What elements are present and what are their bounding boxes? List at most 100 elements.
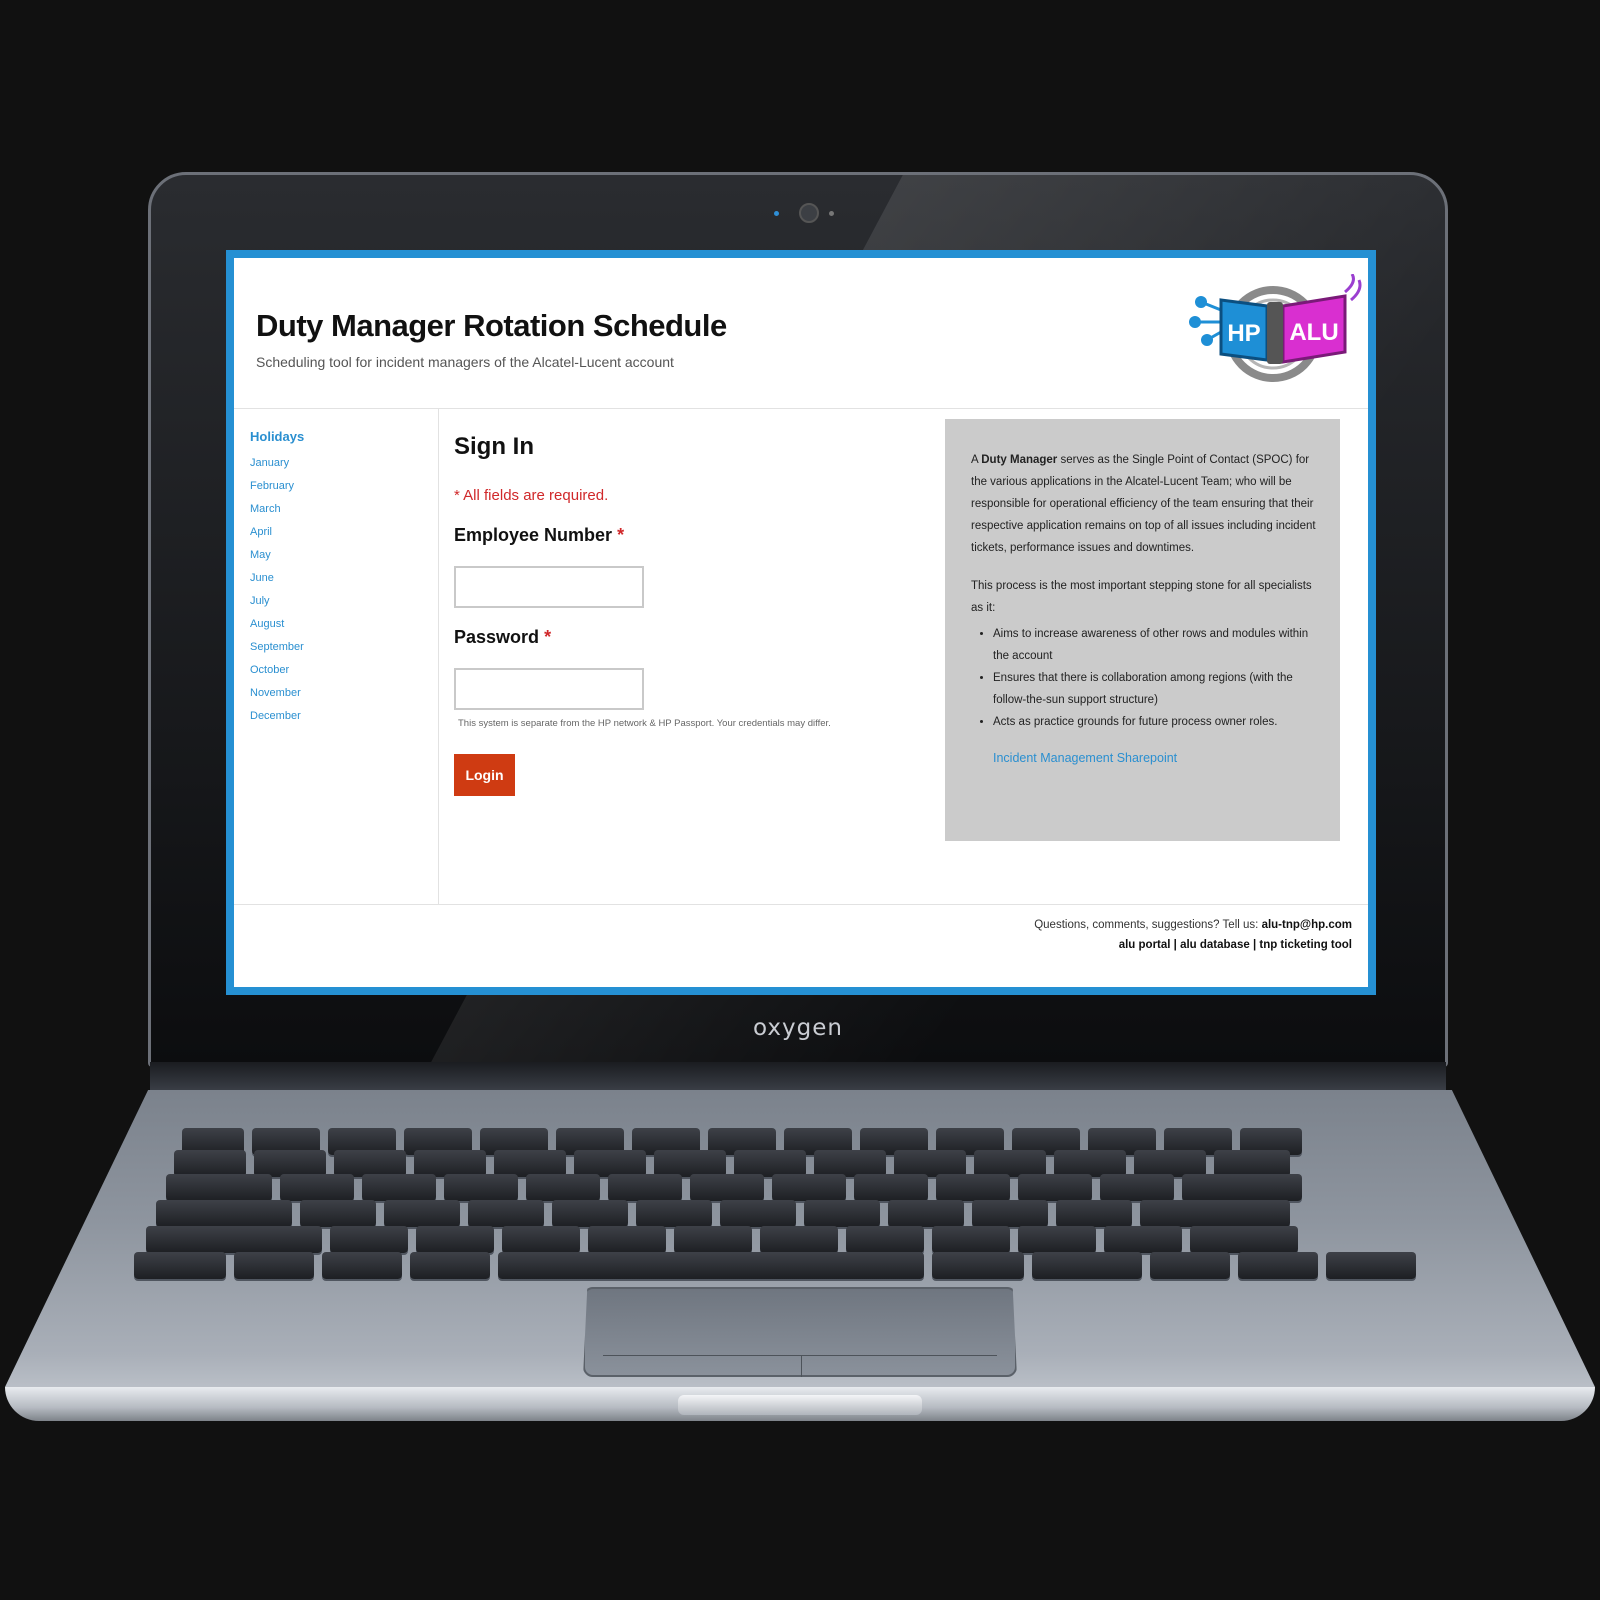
required-marker: *: [617, 525, 625, 545]
sidebar-item-january[interactable]: January: [250, 457, 304, 480]
hp-alu-logo-icon: HP ALU: [1189, 274, 1362, 382]
key: [972, 1200, 1048, 1227]
key: [416, 1226, 494, 1253]
touchpad: [583, 1287, 1017, 1377]
description-prefix: A: [971, 454, 982, 466]
footer-separator: |: [1249, 939, 1260, 951]
web-app: Duty Manager Rotation Schedule Schedulin…: [234, 258, 1368, 987]
key: [1140, 1200, 1290, 1227]
key: [552, 1200, 628, 1227]
password-input[interactable]: [454, 668, 644, 710]
key: [1018, 1174, 1092, 1201]
sidebar-item-april[interactable]: April: [250, 526, 304, 549]
key: [134, 1252, 226, 1279]
laptop-screen: Duty Manager Rotation Schedule Schedulin…: [226, 250, 1376, 995]
sidebar-item-august[interactable]: August: [250, 618, 304, 641]
password-label-text: Password: [454, 627, 540, 647]
footer-links: alu portal | alu database | tnp ticketin…: [1119, 939, 1352, 951]
description-text: serves as the Single Point of Contact (S…: [971, 454, 1316, 554]
month-list: January February March April May June Ju…: [250, 457, 304, 733]
key: [574, 1150, 646, 1177]
key: [254, 1150, 326, 1177]
required-marker: *: [544, 627, 552, 647]
contact-prefix: Questions, comments, suggestions? Tell u…: [1034, 919, 1262, 931]
process-intro: This process is the most important stepp…: [971, 580, 1312, 614]
key: [1326, 1252, 1416, 1279]
key: [932, 1252, 1024, 1279]
footer-separator: |: [1170, 939, 1181, 951]
key: [936, 1174, 1010, 1201]
sidebar-item-may[interactable]: May: [250, 549, 304, 572]
sidebar-item-february[interactable]: February: [250, 480, 304, 503]
key: [494, 1150, 566, 1177]
key: [1056, 1200, 1132, 1227]
key: [888, 1200, 964, 1227]
key: [608, 1174, 682, 1201]
brand-label: oxygen: [753, 1015, 843, 1041]
key: [690, 1174, 764, 1201]
key: [814, 1150, 886, 1177]
key: [1190, 1226, 1298, 1253]
key: [362, 1174, 436, 1201]
signin-panel: Sign In * All fields are required. Emplo…: [438, 409, 948, 904]
key: [1054, 1150, 1126, 1177]
key: [1238, 1252, 1318, 1279]
key: [654, 1150, 726, 1177]
sidebar-item-october[interactable]: October: [250, 664, 304, 687]
key: [468, 1200, 544, 1227]
sidebar-item-december[interactable]: December: [250, 710, 304, 733]
alu-portal-link[interactable]: alu portal: [1119, 939, 1171, 951]
footer-contact: Questions, comments, suggestions? Tell u…: [1034, 919, 1352, 931]
key: [410, 1252, 490, 1279]
tnp-ticketing-tool-link[interactable]: tnp ticketing tool: [1259, 939, 1352, 951]
key: [854, 1174, 928, 1201]
contact-email-link[interactable]: alu-tnp@hp.com: [1262, 919, 1352, 931]
page-header: Duty Manager Rotation Schedule Schedulin…: [234, 258, 1368, 409]
login-button[interactable]: Login: [454, 754, 515, 796]
key: [174, 1150, 246, 1177]
page-title: Duty Manager Rotation Schedule: [256, 308, 727, 343]
sidebar: Holidays January February March April Ma…: [234, 409, 439, 904]
key: [1100, 1174, 1174, 1201]
key: [1150, 1252, 1230, 1279]
key: [1104, 1226, 1182, 1253]
list-item: Acts as practice grounds for future proc…: [993, 711, 1316, 733]
page-subtitle: Scheduling tool for incident managers of…: [256, 354, 674, 370]
sidebar-item-june[interactable]: June: [250, 572, 304, 595]
incident-management-link[interactable]: Incident Management Sharepoint: [993, 747, 1316, 769]
key: [444, 1174, 518, 1201]
key: [330, 1226, 408, 1253]
password-label: Password *: [454, 627, 551, 648]
sidebar-item-july[interactable]: July: [250, 595, 304, 618]
employee-number-input[interactable]: [454, 566, 644, 608]
sidebar-item-september[interactable]: September: [250, 641, 304, 664]
windows-key-icon: [234, 1252, 314, 1279]
lid-notch: [678, 1395, 922, 1415]
key: [720, 1200, 796, 1227]
page-footer: Questions, comments, suggestions? Tell u…: [234, 904, 1368, 985]
list-item: Aims to increase awareness of other rows…: [993, 623, 1316, 667]
duty-manager-description: A Duty Manager serves as the Single Poin…: [971, 449, 1316, 559]
key: [526, 1174, 600, 1201]
key: [1214, 1150, 1290, 1177]
key: [384, 1200, 460, 1227]
sidebar-item-november[interactable]: November: [250, 687, 304, 710]
signin-title: Sign In: [454, 433, 534, 460]
key: [166, 1174, 272, 1201]
key: [1182, 1174, 1302, 1201]
sidebar-heading[interactable]: Holidays: [250, 429, 304, 444]
alu-database-link[interactable]: alu database: [1180, 939, 1250, 951]
key: [502, 1226, 580, 1253]
key: [636, 1200, 712, 1227]
process-bullets: Aims to increase awareness of other rows…: [971, 623, 1316, 733]
key: [894, 1150, 966, 1177]
key: [334, 1150, 406, 1177]
key: [322, 1252, 402, 1279]
webcam-icon: [799, 203, 819, 223]
sidebar-item-march[interactable]: March: [250, 503, 304, 526]
key: [804, 1200, 880, 1227]
spacebar: [498, 1252, 924, 1279]
touchpad-split: [801, 1355, 802, 1377]
key: [146, 1226, 322, 1253]
touchpad-divider: [603, 1355, 997, 1356]
